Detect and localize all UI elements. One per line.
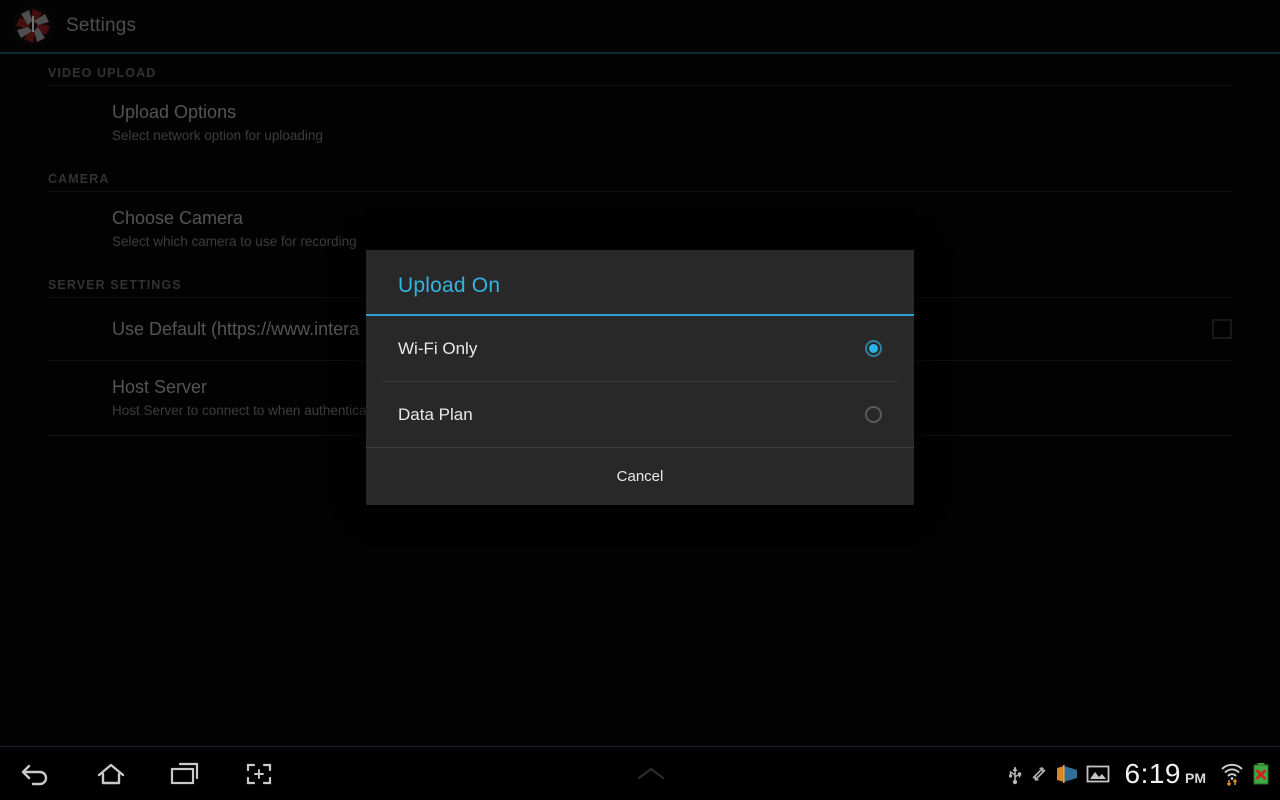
recent-apps-icon[interactable] bbox=[148, 747, 222, 800]
dialog-body: Wi-Fi Only Data Plan bbox=[366, 316, 914, 447]
chevron-up-icon[interactable] bbox=[606, 763, 696, 785]
clock-time: 6:19 bbox=[1124, 757, 1181, 789]
dialog-title: Upload On bbox=[398, 274, 501, 297]
status-icon-area[interactable]: 6:19 PM bbox=[1007, 747, 1280, 800]
dialog-option-wifi-only[interactable]: Wi-Fi Only bbox=[366, 316, 914, 381]
back-icon[interactable] bbox=[0, 747, 74, 800]
cast-projection-icon bbox=[1055, 764, 1079, 784]
status-clock: 6:19 PM bbox=[1125, 758, 1207, 790]
dialog-option-label: Data Plan bbox=[398, 404, 473, 424]
clock-ampm: PM bbox=[1185, 769, 1206, 786]
upload-on-dialog: Upload On Wi-Fi Only Data Plan Cancel bbox=[366, 250, 914, 505]
dialog-option-data-plan[interactable]: Data Plan bbox=[366, 382, 914, 447]
android-screen: Settings VIDEO UPLOAD Upload Options Sel… bbox=[0, 0, 1280, 800]
screenshot-image-icon bbox=[1086, 764, 1110, 784]
radio-button-wifi-only[interactable] bbox=[865, 340, 882, 357]
screenshot-icon[interactable] bbox=[222, 747, 296, 800]
home-icon[interactable] bbox=[74, 747, 148, 800]
system-navigation-bar: 6:19 PM bbox=[0, 746, 1280, 800]
radio-button-data-plan[interactable] bbox=[865, 406, 882, 423]
battery-error-icon bbox=[1252, 762, 1270, 786]
adb-debug-icon bbox=[1030, 763, 1048, 785]
cancel-button-label: Cancel bbox=[616, 468, 664, 485]
wifi-signal-icon bbox=[1219, 761, 1245, 787]
dialog-option-label: Wi-Fi Only bbox=[398, 338, 478, 358]
dialog-header: Upload On bbox=[366, 250, 914, 314]
cancel-button[interactable]: Cancel bbox=[366, 447, 914, 505]
usb-icon bbox=[1007, 763, 1023, 785]
